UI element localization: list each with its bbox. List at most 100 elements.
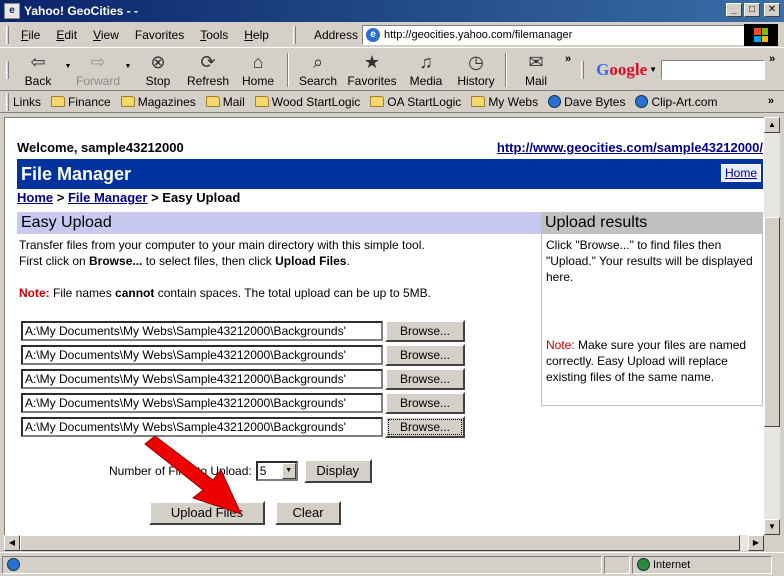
instructions-text: Transfer files from your computer to you… <box>19 238 425 268</box>
favorites-button[interactable]: ★ Favorites <box>343 50 401 90</box>
stop-icon: ⊗ <box>150 51 166 72</box>
browse-button[interactable]: Browse... <box>385 368 465 390</box>
refresh-icon: ⟳ <box>200 51 216 72</box>
status-main <box>2 555 602 574</box>
page-title: File Manager <box>21 163 132 184</box>
mail-button[interactable]: ✉ Mail <box>511 50 561 90</box>
results-text: Click "Browse..." to find files then "Up… <box>546 238 753 284</box>
history-icon: ◷ <box>468 51 484 72</box>
file-path-input[interactable]: A:\My Documents\My Webs\Sample43212000\B… <box>21 321 383 341</box>
menu-view[interactable]: View <box>85 28 127 42</box>
refresh-button[interactable]: ⟳ Refresh <box>183 50 233 90</box>
history-button[interactable]: ◷ History <box>451 50 501 90</box>
ie-app-icon: e <box>4 3 20 19</box>
browse-button[interactable]: Browse... <box>385 392 465 414</box>
title-bar: e Yahoo! GeoCities - - _ □ ✕ <box>0 0 784 22</box>
link-my-webs[interactable]: My Webs <box>471 95 538 109</box>
google-chevron-icon[interactable]: » <box>765 53 779 65</box>
links-grip <box>6 92 9 111</box>
back-arrow-icon: ⇦ <box>30 51 46 72</box>
menubar-grip <box>6 25 9 44</box>
home-link-button[interactable]: Home <box>720 164 761 182</box>
toolbar-separator <box>287 52 289 87</box>
display-button[interactable]: Display <box>303 459 372 483</box>
breadcrumb-home[interactable]: Home <box>17 190 53 205</box>
vertical-scroll-thumb[interactable] <box>764 217 780 427</box>
home-toolbar-button[interactable]: ⌂ Home <box>233 50 283 90</box>
folder-icon <box>120 96 135 107</box>
address-label: Address <box>313 27 358 42</box>
file-path-input[interactable]: A:\My Documents\My Webs\Sample43212000\B… <box>21 345 383 365</box>
back-button[interactable]: ⇦ Back <box>13 50 63 90</box>
window-title: Yahoo! GeoCities - - <box>24 4 139 18</box>
google-search-input[interactable] <box>661 59 766 80</box>
forward-button[interactable]: ⇨ Forward <box>73 50 123 90</box>
menu-help[interactable]: Help <box>236 28 277 42</box>
file-path-input[interactable]: A:\My Documents\My Webs\Sample43212000\B… <box>21 417 383 437</box>
vertical-scrollbar[interactable]: ▲ ▼ <box>764 117 780 535</box>
forward-dropdown-icon[interactable]: ▼ <box>123 63 133 70</box>
file-count-select[interactable]: 5 ▼ <box>255 461 298 481</box>
menu-favorites[interactable]: Favorites <box>127 28 192 42</box>
link-wood-startlogic[interactable]: Wood StartLogic <box>254 95 360 109</box>
google-logo: Google <box>596 59 648 79</box>
links-label: Links <box>13 94 42 109</box>
toolbar: ⇦ Back ▼ ⇨ Forward ▼ ⊗ Stop ⟳ Refresh ⌂ … <box>0 49 784 91</box>
link-oa-startlogic[interactable]: OA StartLogic <box>370 95 461 109</box>
results-note: Note: Make sure your files are named cor… <box>546 338 747 384</box>
scroll-left-icon[interactable]: ◀ <box>4 535 20 551</box>
home-icon: ⌂ <box>252 51 264 72</box>
site-url-link[interactable]: http://www.geocities.com/sample43212000/ <box>497 140 763 158</box>
file-path-input[interactable]: A:\My Documents\My Webs\Sample43212000\B… <box>21 393 383 413</box>
chevron-down-icon: ▼ <box>281 463 296 479</box>
favorites-icon: ★ <box>363 51 381 72</box>
forward-arrow-icon: ⇨ <box>90 51 106 72</box>
link-magazines[interactable]: Magazines <box>120 95 196 109</box>
file-path-input[interactable]: A:\My Documents\My Webs\Sample43212000\B… <box>21 369 383 389</box>
clear-button[interactable]: Clear <box>275 501 341 525</box>
search-icon: ⌕ <box>312 51 324 72</box>
browse-button[interactable]: Browse... <box>385 320 465 342</box>
menu-edit[interactable]: Edit <box>48 28 85 42</box>
mail-icon: ✉ <box>528 51 544 72</box>
scroll-up-icon[interactable]: ▲ <box>764 117 780 133</box>
file-row: A:\My Documents\My Webs\Sample43212000\B… <box>21 344 465 366</box>
links-bar: Links Finance Magazines Mail Wood StartL… <box>0 91 784 113</box>
breadcrumb-file-manager[interactable]: File Manager <box>68 190 147 205</box>
scroll-down-icon[interactable]: ▼ <box>764 519 780 535</box>
windows-logo-icon <box>744 24 778 46</box>
maximize-button[interactable]: □ <box>744 3 760 17</box>
file-count-label: Number of Files to Upload: <box>109 464 252 478</box>
stop-button[interactable]: ⊗ Stop <box>133 50 183 90</box>
folder-icon <box>51 96 66 107</box>
horizontal-scrollbar[interactable]: ◀ ▶ <box>4 535 764 551</box>
google-dropdown-icon[interactable]: ▼ <box>649 65 657 74</box>
link-clip-art[interactable]: Clip-Art.com <box>635 95 717 109</box>
browse-button[interactable]: Browse... <box>385 416 465 438</box>
scroll-right-icon[interactable]: ▶ <box>748 535 764 551</box>
page-icon: e <box>365 27 380 42</box>
link-mail[interactable]: Mail <box>205 95 245 109</box>
horizontal-scroll-thumb[interactable] <box>20 535 740 551</box>
folder-icon <box>471 96 486 107</box>
upload-files-button[interactable]: Upload Files <box>149 501 265 525</box>
search-button[interactable]: ⌕ Search <box>293 50 343 90</box>
toolbar-chevron-icon[interactable]: » <box>561 53 575 65</box>
link-dave-bytes[interactable]: Dave Bytes <box>548 95 625 109</box>
folder-icon <box>254 96 269 107</box>
media-button[interactable]: ♫ Media <box>401 50 451 90</box>
back-dropdown-icon[interactable]: ▼ <box>63 63 73 70</box>
link-finance[interactable]: Finance <box>51 95 111 109</box>
close-button[interactable]: ✕ <box>764 3 780 17</box>
file-row: A:\My Documents\My Webs\Sample43212000\B… <box>21 392 465 414</box>
file-row: A:\My Documents\My Webs\Sample43212000\B… <box>21 368 465 390</box>
minimize-button[interactable]: _ <box>726 3 742 17</box>
browse-button[interactable]: Browse... <box>385 344 465 366</box>
address-bar[interactable]: e http://geocities.yahoo.com/filemanager… <box>361 24 772 45</box>
ie-page-icon <box>548 95 562 108</box>
links-chevron-icon[interactable]: » <box>764 95 778 107</box>
menu-tools[interactable]: Tools <box>192 28 236 42</box>
breadcrumb: Home > File Manager > Easy Upload <box>17 190 241 205</box>
ie-page-icon <box>7 558 20 571</box>
menu-file[interactable]: File <box>13 28 48 42</box>
